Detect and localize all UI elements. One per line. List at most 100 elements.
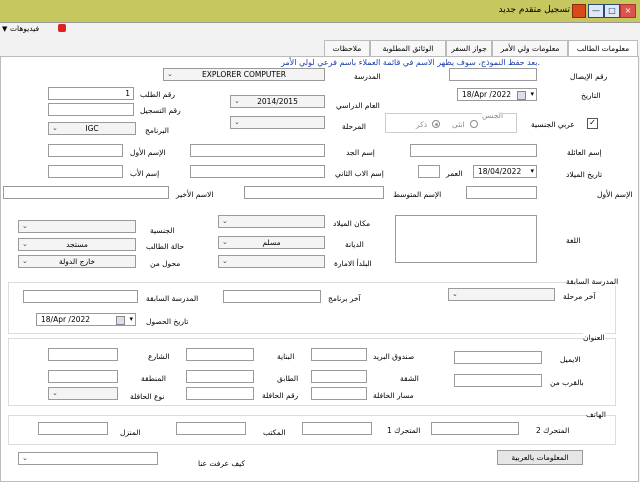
maximize-button[interactable]: □ xyxy=(604,4,620,18)
area-input[interactable] xyxy=(48,370,118,383)
transferred-from-label: محول من xyxy=(150,259,181,268)
language-label: اللغة xyxy=(566,236,581,245)
tab-required-documents[interactable]: الوثائق المطلوبة xyxy=(370,40,446,56)
female-radio[interactable] xyxy=(470,120,478,128)
obtain-date-label: تاريخ الحصول xyxy=(146,317,189,326)
student-status-value: مستجد xyxy=(66,240,88,249)
emirate-select[interactable]: ⌄ xyxy=(218,255,325,268)
male-radio[interactable] xyxy=(432,120,440,128)
mobile1-input[interactable] xyxy=(302,422,372,435)
tab-guardian-info[interactable]: معلومات ولي الأمر xyxy=(492,40,568,56)
transferred-from-select[interactable]: ⌄ خارج الدولة xyxy=(18,255,136,268)
bus-route-label: مسار الحافلة xyxy=(373,391,414,400)
stage-select[interactable]: ⌄ xyxy=(230,116,325,129)
academic-year-label: العام الدراسي xyxy=(336,101,380,110)
birth-date-picker[interactable]: 18/04/2022 ▾ xyxy=(473,165,537,178)
chevron-down-icon: ⌄ xyxy=(22,222,28,230)
academic-year-select[interactable]: ⌄ 2014/2015 xyxy=(230,95,325,108)
videos-label: فيديوهات xyxy=(10,24,40,33)
minimize-button[interactable]: — xyxy=(588,4,604,18)
registration-no-input[interactable] xyxy=(48,103,134,116)
chevron-down-icon: ⌄ xyxy=(22,240,28,248)
mobile2-input[interactable] xyxy=(431,422,519,435)
app-icon xyxy=(572,4,586,18)
school-select[interactable]: ⌄ EXPLORER COMPUTER xyxy=(163,68,325,81)
close-button[interactable]: × xyxy=(620,4,636,18)
family-name-label: إسم العائلة xyxy=(567,148,602,157)
near-input[interactable] xyxy=(454,374,542,387)
office-input[interactable] xyxy=(176,422,246,435)
student-status-label: حالة الطالب xyxy=(146,242,185,251)
home-input[interactable] xyxy=(38,422,108,435)
emirate-label: البلدأ الامارة xyxy=(334,259,372,268)
religion-value: مسلم xyxy=(262,238,281,247)
chevron-down-icon: ⌄ xyxy=(234,118,240,126)
prev-school-label: المدرسة السابقة xyxy=(146,294,199,303)
female-label: انثى xyxy=(452,120,465,129)
language-input[interactable] xyxy=(395,215,537,263)
nationality-select[interactable]: ⌄ xyxy=(18,220,136,233)
age-label: العمر xyxy=(446,169,463,178)
nationality-label: الجنسية xyxy=(150,226,175,235)
second-father-name-input[interactable] xyxy=(190,165,325,178)
date-label: التاريخ xyxy=(581,91,601,100)
middle-name-input[interactable] xyxy=(244,186,384,199)
calendar-icon xyxy=(517,91,526,100)
apartment-input[interactable] xyxy=(311,370,367,383)
title-bar: تسجيل متقدم جديد — □ × xyxy=(0,0,640,23)
last-stage-select[interactable]: ⌄ xyxy=(448,288,555,301)
tab-student-info[interactable]: معلومات الطالب xyxy=(568,40,638,57)
street-input[interactable] xyxy=(48,348,118,361)
window-title: تسجيل متقدم جديد xyxy=(498,5,571,15)
birth-place-label: مكان الميلاد xyxy=(333,219,371,228)
obtain-date-picker[interactable]: 18/Apr /2022 ▾ xyxy=(36,313,136,326)
birth-place-select[interactable]: ⌄ xyxy=(218,215,325,228)
first-name-ar-label: الإسم الأول xyxy=(130,148,166,157)
videos-menu[interactable]: ▼ فيديوهات xyxy=(0,22,90,36)
building-label: البناية xyxy=(277,352,295,361)
floor-input[interactable] xyxy=(186,370,254,383)
last-name-input[interactable] xyxy=(3,186,169,199)
previous-school-title: المدرسة السابقة xyxy=(566,277,619,286)
how-know-select[interactable]: ⌄ xyxy=(18,452,158,465)
stage-label: المرحلة xyxy=(342,122,366,131)
father-name-input[interactable] xyxy=(48,165,123,178)
chevron-down-icon: ⌄ xyxy=(222,217,228,225)
dropdown-arrow-icon: ▼ xyxy=(2,25,8,33)
program-select[interactable]: ⌄ IGC xyxy=(48,122,136,135)
tab-passport[interactable]: جواز السفر xyxy=(446,40,492,56)
second-father-name-label: إسم الاب الثاني xyxy=(335,169,384,178)
family-name-input[interactable] xyxy=(410,144,537,157)
apartment-label: الشقة xyxy=(400,374,419,383)
email-input[interactable] xyxy=(454,351,542,364)
first-name-ar-input[interactable] xyxy=(48,144,123,157)
transferred-from-value: خارج الدولة xyxy=(58,257,95,266)
bus-no-input[interactable] xyxy=(186,387,254,400)
prev-school-input[interactable] xyxy=(23,290,138,303)
age-input[interactable] xyxy=(418,165,440,178)
first-name-input[interactable] xyxy=(466,186,537,199)
building-input[interactable] xyxy=(186,348,254,361)
po-box-input[interactable] xyxy=(311,348,367,361)
arab-nationality-checkbox[interactable]: ✓ xyxy=(587,118,598,129)
tab-notes[interactable]: ملاحظات xyxy=(324,40,370,56)
last-program-input[interactable] xyxy=(223,290,321,303)
gender-label: الجنس xyxy=(482,111,504,120)
grandfather-name-input[interactable] xyxy=(190,144,325,157)
student-status-select[interactable]: ⌄ مستجد xyxy=(18,238,136,251)
request-no-input[interactable]: 1 xyxy=(48,87,134,100)
receipt-no-input[interactable] xyxy=(449,68,537,81)
address-title: العنوان xyxy=(583,333,605,342)
youtube-icon xyxy=(58,24,66,32)
bus-type-select[interactable]: ⌄ xyxy=(48,387,118,400)
calendar-icon xyxy=(116,316,125,325)
phone-title: الهاتف xyxy=(586,410,606,419)
date-picker[interactable]: 18/Apr /2022 ▾ xyxy=(457,88,537,101)
bus-route-input[interactable] xyxy=(311,387,367,400)
religion-select[interactable]: ⌄ مسلم xyxy=(218,236,325,249)
date-value: 18/Apr /2022 xyxy=(462,90,512,99)
bus-no-label: رقم الحافلة xyxy=(262,391,299,400)
arabic-info-button[interactable]: المعلومات بالعربية xyxy=(497,450,583,465)
floor-label: الطابق xyxy=(277,374,299,383)
chevron-down-icon: ⌄ xyxy=(52,389,58,397)
